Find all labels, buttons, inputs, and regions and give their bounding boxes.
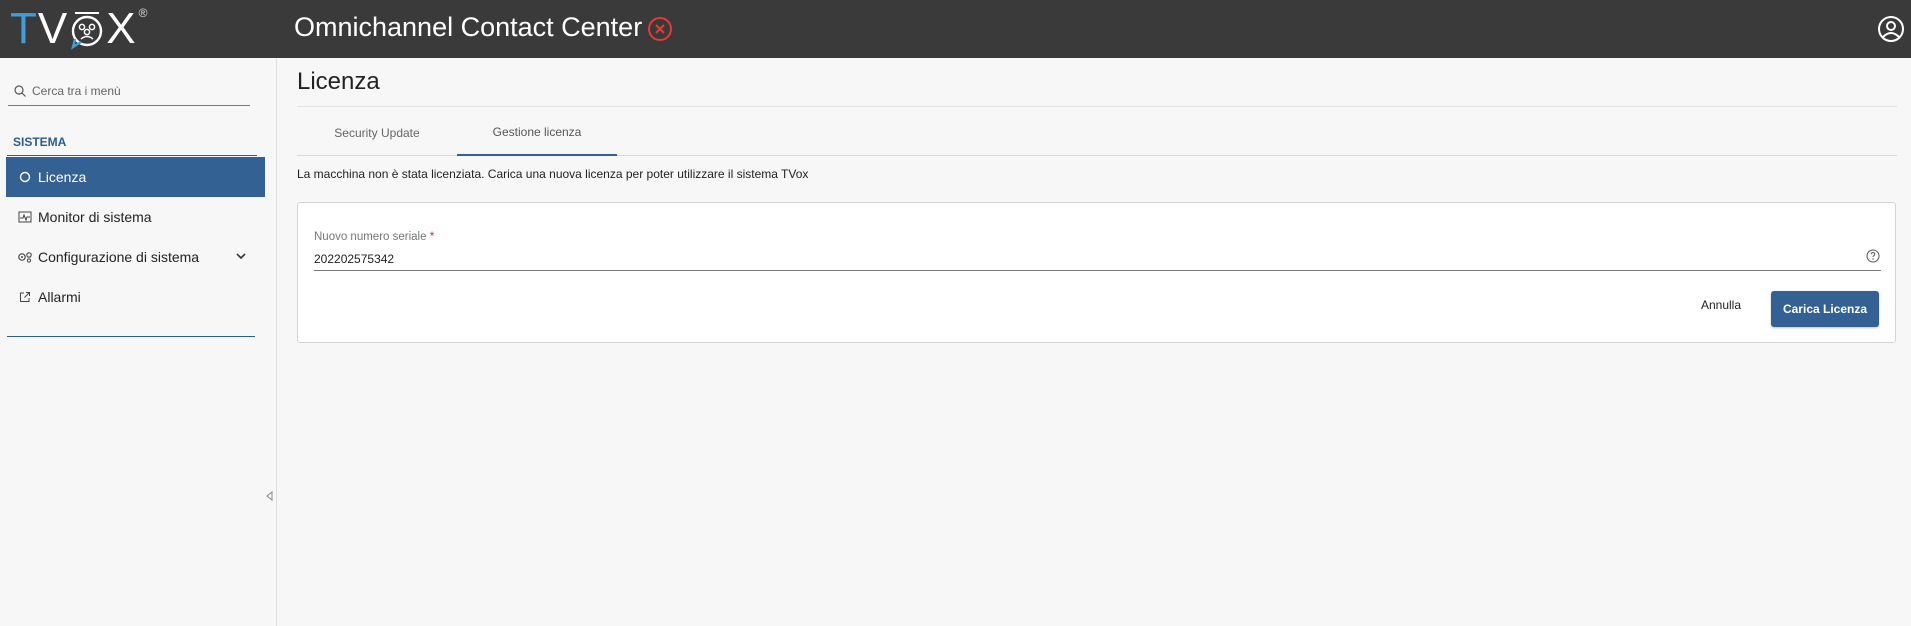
logo-letter-x: X	[106, 4, 137, 53]
collapse-sidebar-icon[interactable]	[266, 488, 274, 502]
chevron-down-icon[interactable]	[235, 249, 247, 265]
search-input[interactable]	[32, 83, 232, 98]
sidebar-item-licenza[interactable]: Licenza	[6, 157, 265, 197]
sidebar-divider	[7, 336, 255, 337]
menu-search[interactable]	[8, 76, 250, 106]
tvox-logo: T V X ®	[10, 4, 148, 54]
serial-field-label: Nuovo numero seriale *	[314, 231, 434, 243]
main-content: Licenza Security Update Gestione licenza…	[278, 58, 1911, 626]
license-form-card: Nuovo numero seriale * Annulla Carica Li…	[297, 202, 1896, 343]
sidebar-item-monitor[interactable]: Monitor di sistema	[6, 197, 265, 237]
section-label-sistema: SISTEMA	[13, 135, 67, 149]
search-icon	[14, 84, 26, 97]
page-title: Licenza	[297, 68, 380, 95]
upload-license-button[interactable]: Carica Licenza	[1771, 291, 1879, 327]
circle-icon	[16, 168, 34, 186]
registered-mark: ®	[138, 6, 149, 20]
section-divider	[7, 155, 257, 156]
sidebar-item-configurazione[interactable]: Configurazione di sistema	[6, 237, 265, 277]
tab-label: Security Update	[334, 126, 420, 140]
serial-label-text: Nuovo numero seriale	[314, 231, 427, 243]
logo-letter-v: V	[37, 4, 69, 53]
tab-label: Gestione licenza	[492, 125, 582, 139]
license-warning-text: La macchina non è stata licenziata. Cari…	[297, 167, 809, 181]
sidebar-item-allarmi[interactable]: Allarmi	[6, 277, 265, 317]
logo-letter-t: T	[10, 4, 38, 53]
sidebar-item-label: Allarmi	[38, 289, 81, 305]
monitor-chart-icon	[16, 208, 34, 226]
chat-people-icon	[69, 11, 105, 50]
sidebar-item-label: Monitor di sistema	[38, 209, 152, 225]
sidebar: SISTEMA Licenza Monitor di sistema Confi…	[0, 58, 277, 626]
external-link-icon	[16, 288, 34, 306]
tab-gestione-licenza[interactable]: Gestione licenza	[457, 110, 617, 156]
error-circle-icon[interactable]	[647, 16, 673, 42]
tab-bar: Security Update Gestione licenza	[297, 110, 1897, 156]
tab-security-update[interactable]: Security Update	[297, 110, 457, 156]
sidebar-item-label: Configurazione di sistema	[38, 249, 200, 265]
required-marker: *	[429, 231, 435, 243]
app-title: Omnichannel Contact Center	[294, 12, 643, 42]
help-icon[interactable]	[1866, 249, 1880, 263]
title-divider	[297, 106, 1897, 107]
cancel-button[interactable]: Annulla	[1691, 291, 1751, 319]
top-bar: T V X ® Omnichannel Contact Center	[0, 0, 1911, 58]
user-circle-icon[interactable]	[1877, 15, 1905, 43]
serial-number-input[interactable]	[314, 247, 1881, 271]
sidebar-item-label: Licenza	[38, 169, 87, 185]
gears-icon	[16, 248, 34, 266]
